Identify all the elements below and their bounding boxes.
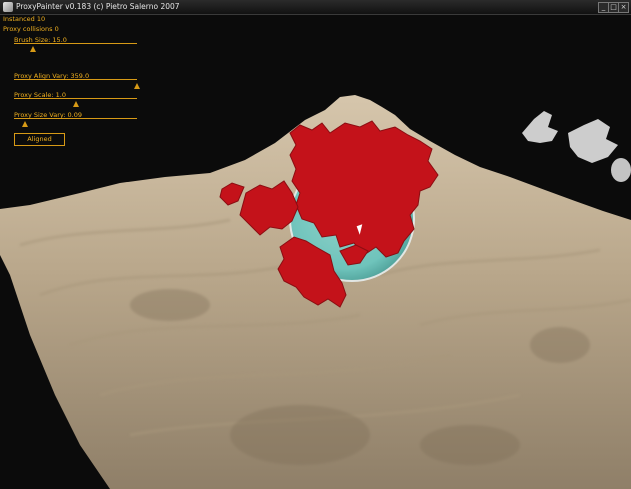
proxy-collisions-count: Proxy collisions 0	[3, 25, 59, 33]
proxy-align-vary-slider-track[interactable]	[14, 79, 137, 80]
aligned-toggle-button[interactable]: Aligned	[14, 133, 65, 146]
brush-size-slider-thumb[interactable]	[30, 46, 36, 52]
proxy-scale-slider-thumb[interactable]	[73, 101, 79, 107]
brush-size-slider-track[interactable]	[14, 43, 137, 44]
terrain-scene	[0, 15, 631, 489]
title-bar[interactable]: ProxyPainter v0.183 (c) Pietro Salerno 2…	[0, 0, 631, 15]
close-button[interactable]: ×	[618, 2, 629, 13]
proxy-scale-slider-track[interactable]	[14, 98, 137, 99]
3d-viewport[interactable]: Instanced 10 Proxy collisions 0 Brush Si…	[0, 15, 631, 489]
proxy-size-vary-slider-thumb[interactable]	[22, 121, 28, 127]
proxy-size-vary-slider-track[interactable]	[14, 118, 137, 119]
proxy-align-vary-slider-thumb[interactable]	[134, 83, 140, 89]
window-title: ProxyPainter v0.183 (c) Pietro Salerno 2…	[16, 2, 180, 11]
proxy-painter-window: ProxyPainter v0.183 (c) Pietro Salerno 2…	[0, 0, 631, 489]
instanced-count: Instanced 10	[3, 15, 46, 23]
app-icon	[3, 2, 13, 12]
